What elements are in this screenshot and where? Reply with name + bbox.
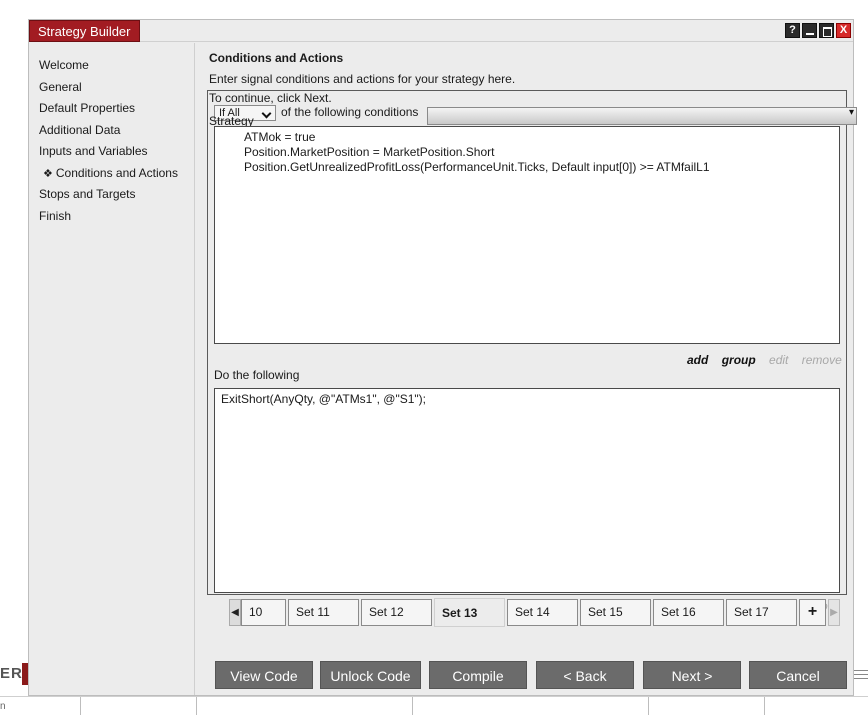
main-panel: Conditions and Actions Enter signal cond… (201, 43, 857, 613)
chevron-down-icon: ▾ (848, 107, 854, 118)
window-title: Strategy Builder (29, 20, 140, 42)
tabs-right-arrow-icon[interactable]: ▶ (828, 599, 840, 626)
sidebar-item-general[interactable]: General (29, 77, 194, 99)
continue-instructions: To continue, click Next. (209, 91, 332, 105)
condition-group-link[interactable]: group (722, 353, 756, 367)
compile-button[interactable]: Compile (429, 661, 527, 689)
sidebar-item-additional-data[interactable]: Additional Data (29, 120, 194, 142)
sidebar-item-stops-and-targets[interactable]: Stops and Targets (29, 184, 194, 206)
sidebar-item-finish[interactable]: Finish (29, 206, 194, 228)
background-brand-fragment: ER (0, 663, 28, 685)
sidebar-item-inputs-and-variables[interactable]: Inputs and Variables (29, 141, 194, 163)
tab-set-12[interactable]: Set 12 (361, 599, 432, 626)
sidebar-item-conditions-and-actions[interactable]: ❖ Conditions and Actions (29, 163, 194, 185)
background-bottom-strip: n (0, 696, 868, 715)
active-diamond-icon: ❖ (43, 167, 53, 180)
close-button[interactable]: X (836, 23, 851, 38)
condition-item[interactable]: Position.GetUnrealizedProfitLoss(Perform… (244, 160, 839, 175)
tab-set-17[interactable]: Set 17 (726, 599, 797, 626)
condition-edit-link[interactable]: edit (769, 353, 788, 367)
conditions-suffix-label: of the following conditions (281, 105, 419, 119)
background-brand-text: ER (0, 665, 23, 682)
page-title: Conditions and Actions (209, 51, 344, 65)
tab-set-16[interactable]: Set 16 (653, 599, 724, 626)
background-divider (80, 697, 81, 715)
condition-item[interactable]: ATMok = true (244, 130, 839, 145)
minimize-button[interactable] (802, 23, 817, 38)
tab-set-11[interactable]: Set 11 (288, 599, 359, 626)
background-divider (196, 697, 197, 715)
background-divider (648, 697, 649, 715)
back-button[interactable]: < Back (536, 661, 634, 689)
conditions-list[interactable]: ATMok = true Position.MarketPosition = M… (214, 126, 840, 344)
tab-set-13[interactable]: Set 13 (434, 598, 505, 627)
actions-list[interactable]: ExitShort(AnyQty, @"ATMs1", @"S1"); (214, 388, 840, 593)
tab-set-14[interactable]: Set 14 (507, 599, 578, 626)
tabs-left-arrow-icon[interactable]: ◀ (229, 599, 241, 626)
set-tabs: ◀ 10 Set 11 Set 12 Set 13 Set 14 Set 15 … (229, 598, 840, 627)
window-controls: ? X (785, 23, 851, 38)
unlock-code-button[interactable]: Unlock Code (320, 661, 421, 689)
view-code-button[interactable]: View Code (215, 661, 313, 689)
action-item[interactable]: ExitShort(AnyQty, @"ATMs1", @"S1"); (221, 392, 839, 407)
overlay-toolbar[interactable]: ▾ (427, 107, 857, 125)
sidebar-item-label: Conditions and Actions (55, 165, 178, 180)
strategy-builder-dialog: Strategy Builder ? X Welcome General Def… (28, 19, 857, 696)
page-subtitle: Enter signal conditions and actions for … (209, 72, 516, 86)
maximize-button[interactable] (819, 23, 834, 38)
do-following-label: Do the following (214, 368, 300, 382)
tab-set-10[interactable]: 10 (241, 599, 286, 626)
condition-add-link[interactable]: add (687, 353, 708, 367)
title-bar[interactable]: Strategy Builder ? X (29, 20, 853, 42)
help-button[interactable]: ? (785, 23, 800, 38)
next-button[interactable]: Next > (643, 661, 741, 689)
condition-action-links: add group edit remove (677, 353, 842, 367)
background-divider (764, 697, 765, 715)
sidebar-item-default-properties[interactable]: Default Properties (29, 98, 194, 120)
background-divider (412, 697, 413, 715)
tab-set-15[interactable]: Set 15 (580, 599, 651, 626)
condition-remove-link[interactable]: remove (802, 353, 842, 367)
condition-item[interactable]: Position.MarketPosition = MarketPosition… (244, 145, 839, 160)
background-bottom-text: n (0, 701, 6, 712)
cancel-button[interactable]: Cancel (749, 661, 847, 689)
add-set-icon[interactable]: + (799, 599, 826, 626)
wizard-sidebar: Welcome General Default Properties Addit… (29, 43, 195, 695)
sidebar-item-welcome[interactable]: Welcome (29, 55, 194, 77)
